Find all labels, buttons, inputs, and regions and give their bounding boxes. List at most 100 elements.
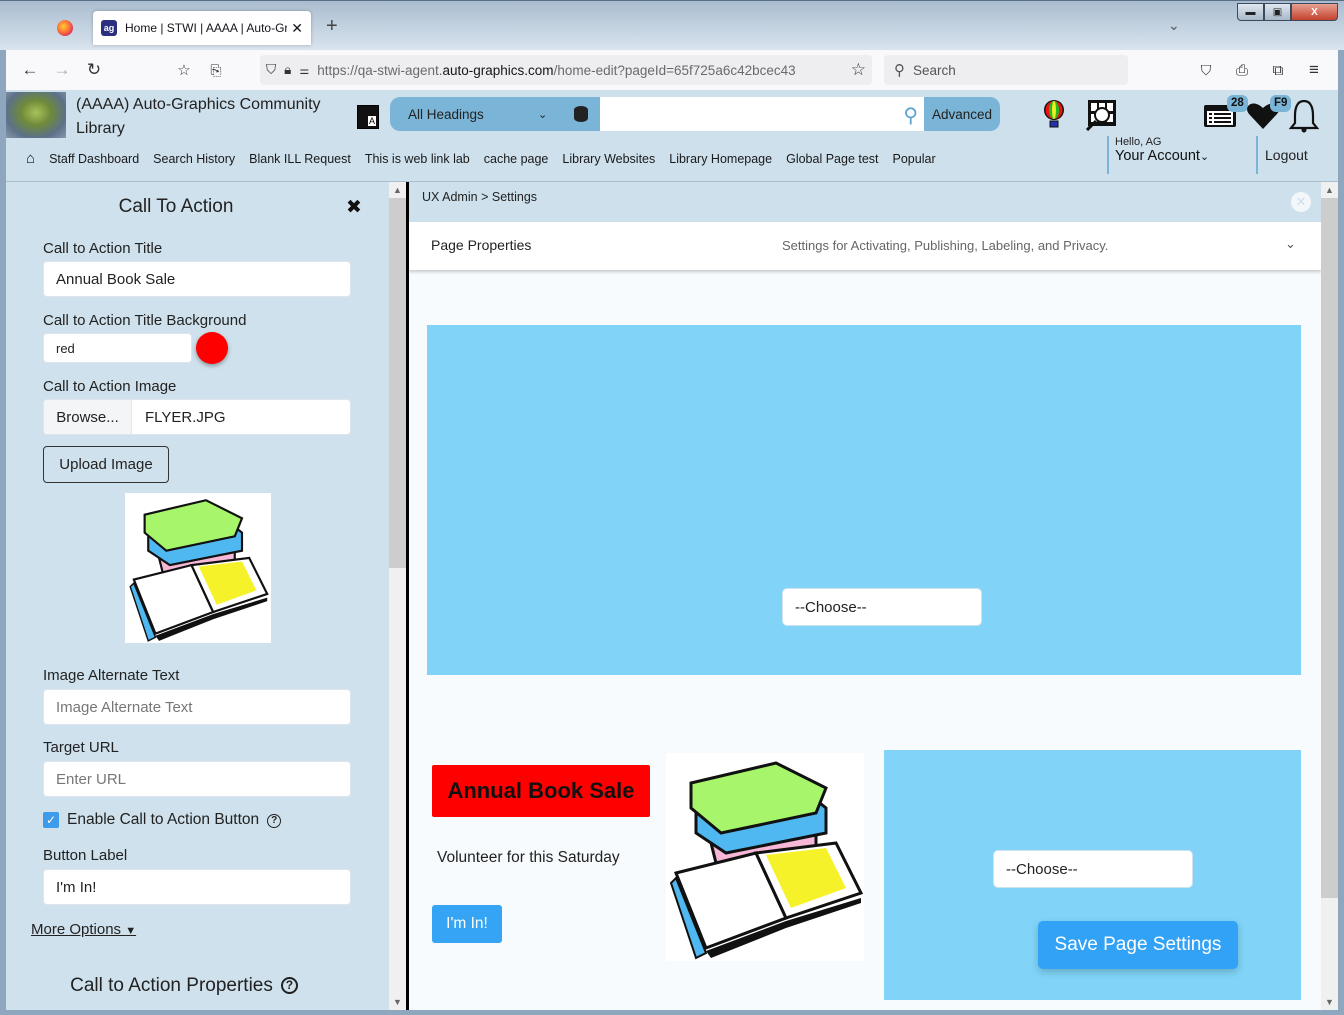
- shield-icon: ⛉: [266, 62, 277, 77]
- menu-item-library-homepage[interactable]: Library Homepage: [669, 152, 772, 166]
- file-name: FLYER.JPG: [145, 408, 226, 426]
- menu-item-web-link-lab[interactable]: This is web link lab: [365, 152, 470, 166]
- browser-search-box[interactable]: ⚲ Search: [884, 55, 1128, 85]
- button-label-label: Button Label: [43, 847, 128, 864]
- search-scan-icon[interactable]: [1084, 99, 1118, 131]
- save-page-settings-button[interactable]: Save Page Settings: [1038, 921, 1238, 969]
- pocket-icon[interactable]: ⛉: [1190, 54, 1222, 86]
- page-scrollbar[interactable]: ▲ ▼: [1321, 182, 1338, 1010]
- site-header: (AAAA) Auto-Graphics Community Library A…: [6, 90, 1338, 182]
- logout-link[interactable]: Logout: [1256, 136, 1308, 174]
- scroll-up-icon[interactable]: ▲: [389, 182, 406, 198]
- catalog-search: All Headings ⌄ ⚲ Advanced: [390, 97, 1000, 131]
- advanced-search-button[interactable]: Advanced: [924, 97, 1000, 131]
- close-icon[interactable]: ✖: [346, 196, 362, 219]
- enable-button-checkbox[interactable]: ✓: [43, 812, 59, 828]
- close-icon[interactable]: ✕: [1291, 192, 1311, 212]
- help-icon[interactable]: ?: [267, 813, 282, 828]
- share-icon[interactable]: ⎘: [200, 54, 232, 86]
- restore-button[interactable]: ▣: [1264, 3, 1291, 21]
- permissions-icon: ⚌: [299, 64, 310, 77]
- component-select[interactable]: --Choose--: [993, 850, 1193, 888]
- breadcrumb-settings[interactable]: Settings: [492, 190, 537, 204]
- extensions-icon[interactable]: ⧉: [1262, 54, 1294, 86]
- database-icon[interactable]: [574, 106, 588, 122]
- left-panel-scrollbar[interactable]: ▲ ▼: [389, 182, 406, 1010]
- menu-item-search-history[interactable]: Search History: [153, 152, 235, 166]
- firefox-logo-icon: [57, 20, 73, 36]
- cta-preview-description: Volunteer for this Saturday: [437, 849, 620, 866]
- menu-item-cache-page[interactable]: cache page: [484, 152, 549, 166]
- search-icon[interactable]: ⚲: [903, 103, 918, 128]
- cta-preview-image: [666, 753, 864, 961]
- home-icon[interactable]: ⌂: [26, 150, 35, 167]
- scroll-down-icon[interactable]: ▼: [389, 994, 406, 1010]
- alt-text-input[interactable]: [43, 689, 351, 725]
- search-scope-select[interactable]: All Headings ⌄: [390, 97, 600, 131]
- hot-air-balloon-icon[interactable]: [1043, 100, 1065, 128]
- minimize-button[interactable]: ▬: [1237, 3, 1264, 21]
- component-select[interactable]: --Choose--: [782, 588, 982, 626]
- panel-title: Call To Action: [118, 196, 234, 217]
- forward-icon[interactable]: →: [46, 54, 78, 86]
- enable-button-label: Enable Call to Action Button?: [67, 811, 282, 829]
- back-icon[interactable]: ←: [14, 54, 46, 86]
- browser-tab-active[interactable]: ag Home | STWI | AAAA | Auto-Gra ✕: [93, 11, 311, 45]
- library-logo[interactable]: [6, 92, 66, 138]
- page-properties-accordion[interactable]: Page Properties Settings for Activating,…: [409, 222, 1321, 270]
- library-name[interactable]: (AAAA) Auto-Graphics Community Library: [76, 93, 336, 141]
- search-input[interactable]: [600, 97, 924, 131]
- color-swatch[interactable]: [196, 332, 228, 364]
- chevron-down-icon: ⌄: [1199, 151, 1210, 163]
- new-tab-button[interactable]: +: [326, 15, 338, 38]
- print-icon[interactable]: ⎙: [1226, 54, 1258, 86]
- tab-list-chevron-icon[interactable]: ⌄: [1168, 17, 1180, 34]
- menu-item-global-page-test[interactable]: Global Page test: [786, 152, 878, 166]
- tab-close-icon[interactable]: ✕: [291, 20, 303, 37]
- alt-text-label: Image Alternate Text: [43, 667, 180, 684]
- search-scope-value: All Headings: [408, 106, 484, 122]
- cta-bg-input[interactable]: [43, 333, 192, 363]
- cta-image-thumbnail: [125, 493, 271, 643]
- menu-icon[interactable]: ≡: [1298, 54, 1330, 86]
- menu-item-popular[interactable]: Popular: [893, 152, 936, 166]
- star-icon[interactable]: ☆: [846, 60, 866, 80]
- scroll-down-icon[interactable]: ▼: [1321, 994, 1338, 1010]
- file-input[interactable]: Browse... FLYER.JPG: [43, 399, 351, 435]
- scrollbar-thumb[interactable]: [389, 198, 406, 568]
- notifications-bell-icon[interactable]: [1288, 98, 1320, 134]
- menu-item-library-websites[interactable]: Library Websites: [562, 152, 655, 166]
- scrollbar-thumb[interactable]: [1321, 198, 1338, 898]
- close-window-button[interactable]: X: [1291, 3, 1338, 21]
- url-prefix: https://qa-stwi-agent.: [317, 62, 443, 78]
- upload-image-button[interactable]: Upload Image: [43, 446, 169, 483]
- scroll-up-icon[interactable]: ▲: [1321, 182, 1338, 198]
- translate-icon[interactable]: A: [357, 105, 379, 129]
- menu-item-staff-dashboard[interactable]: Staff Dashboard: [49, 152, 139, 166]
- target-url-input[interactable]: [43, 761, 351, 797]
- site-page: (AAAA) Auto-Graphics Community Library A…: [6, 90, 1338, 1010]
- button-label-input[interactable]: [43, 869, 351, 905]
- breadcrumb-bar: UX Admin > Settings ✕: [409, 182, 1321, 222]
- call-to-action-panel: Call To Action ✖ Call to Action Title Ca…: [6, 182, 389, 1010]
- reload-icon[interactable]: ↻: [78, 54, 110, 86]
- help-icon[interactable]: ?: [280, 976, 298, 994]
- target-url-label: Target URL: [43, 739, 119, 756]
- cta-preview-button[interactable]: I'm In!: [432, 905, 502, 943]
- search-icon: ⚲: [894, 62, 905, 79]
- bookmark-page-icon[interactable]: ☆: [168, 54, 200, 86]
- url-domain: auto-graphics.com: [442, 62, 554, 78]
- cta-image-label: Call to Action Image: [43, 378, 177, 395]
- chevron-down-icon: ⌄: [538, 108, 548, 121]
- more-options-link[interactable]: More Options ▼: [31, 921, 136, 938]
- browse-button[interactable]: Browse...: [44, 400, 132, 434]
- account-menu[interactable]: Hello, AG Your Account⌄: [1107, 136, 1209, 174]
- cta-properties-heading: Call to Action Properties?: [6, 975, 362, 997]
- address-bar[interactable]: ⛉ 🔒︎ ⚌ https://qa-stwi-agent. auto-graphi…: [260, 55, 872, 85]
- menu-item-blank-ill-request[interactable]: Blank ILL Request: [249, 152, 351, 166]
- breadcrumb-ux-admin[interactable]: UX Admin: [422, 190, 478, 204]
- cta-title-input[interactable]: [43, 261, 351, 297]
- your-account-link[interactable]: Your Account: [1115, 148, 1200, 164]
- lock-icon: 🔒︎: [284, 62, 292, 77]
- url-path: /home-edit?pageId=65f725a6c42bcec43: [553, 62, 796, 78]
